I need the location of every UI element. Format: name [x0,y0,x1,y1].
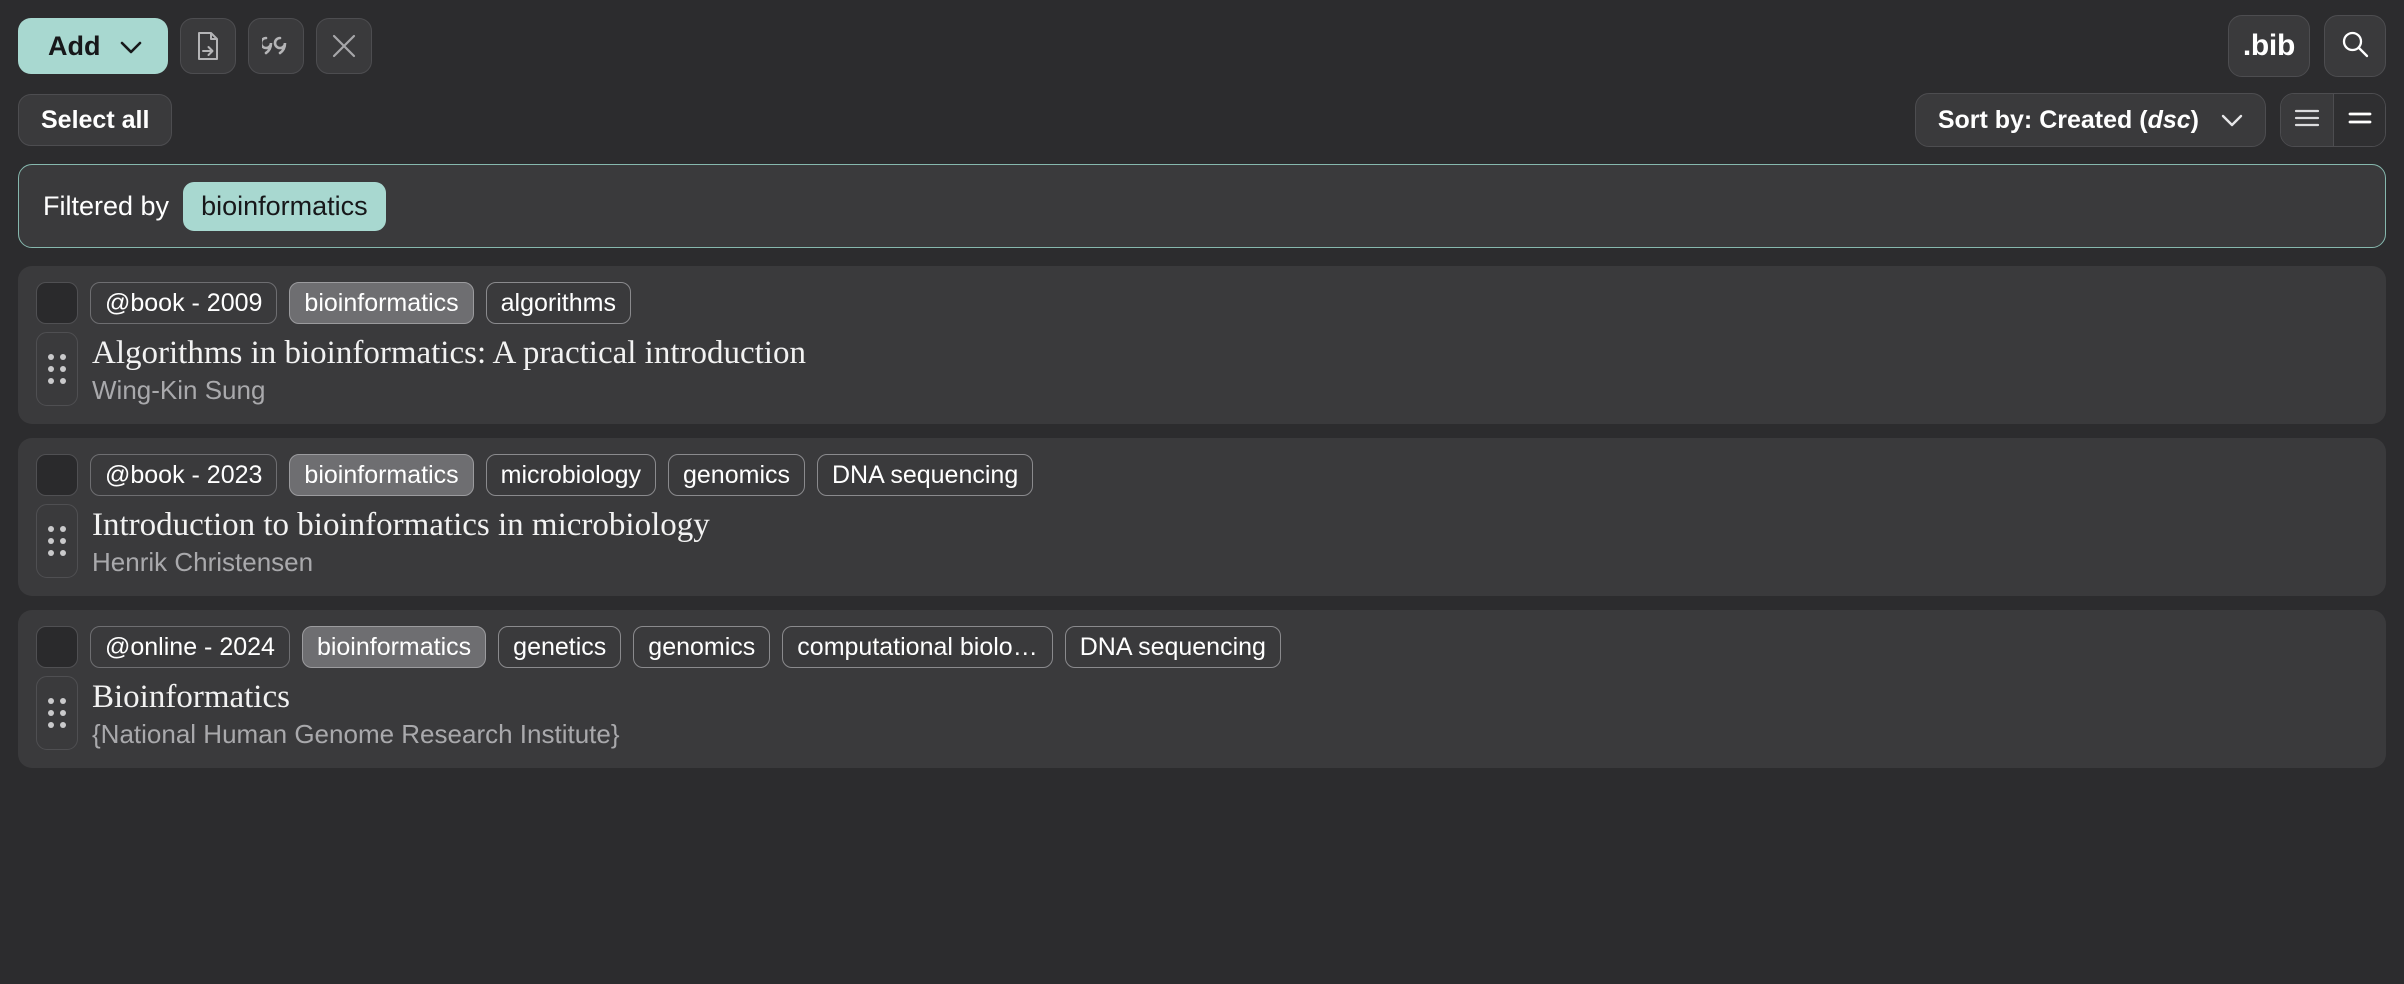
search-button[interactable] [2324,15,2386,77]
entry-keyword-tag[interactable]: genetics [498,626,621,668]
entry-tag-row: @book - 2023 bioinformatics microbiology ge… [36,454,2368,496]
entry-list: @book - 2009 bioinformatics algorithms Algo… [18,266,2386,768]
entry-author: Henrik Christensen [92,547,710,578]
entry-checkbox[interactable] [36,282,78,324]
drag-handle-icon[interactable] [36,676,78,750]
view-mode-compact[interactable] [2333,94,2385,146]
toolbar-left-group: Add [18,18,372,74]
entry-author: Wing-Kin Sung [92,375,806,406]
export-button[interactable] [180,18,236,74]
entry-text-block: Algorithms in bioinformatics: A practica… [92,332,806,406]
entry-checkbox[interactable] [36,454,78,496]
cite-button[interactable] [248,18,304,74]
drag-handle-icon[interactable] [36,332,78,406]
entry-tag-row: @book - 2009 bioinformatics algorithms [36,282,2368,324]
bib-export-button[interactable]: .bib [2228,15,2310,77]
entry-text-block: Introduction to bioinformatics in microb… [92,504,710,578]
sort-by-dropdown[interactable]: Sort by: Created (dsc) [1915,93,2266,147]
search-icon [2340,29,2370,64]
entry-author: {National Human Genome Research Institut… [92,719,620,750]
list-view-icon [2294,108,2320,133]
entry-title[interactable]: Introduction to bioinformatics in microb… [92,506,710,545]
selection-toolbar: Select all Sort by: Created (dsc) [18,90,2386,150]
entry-keyword-tag[interactable]: bioinformatics [302,626,486,668]
toolbar-right-group: .bib [2228,15,2386,77]
entry-body: Bioinformatics{National Human Genome Res… [36,676,2368,750]
drag-dots [48,354,66,384]
active-filter-bar: Filtered by bioinformatics [18,164,2386,248]
quote-icon [262,34,290,58]
entry-keyword-tag[interactable]: computational biolo… [782,626,1052,668]
entry-keyword-tag[interactable]: genomics [668,454,805,496]
entry-tag-row: @online - 2024 bioinformatics genetics geno… [36,626,2368,668]
chevron-down-icon [120,31,142,62]
entry-body: Algorithms in bioinformatics: A practica… [36,332,2368,406]
entry-keyword-tag[interactable]: algorithms [486,282,631,324]
entry-card[interactable]: @book - 2023 bioinformatics microbiology ge… [18,438,2386,596]
sort-and-view-group: Sort by: Created (dsc) [1915,93,2386,147]
entry-keyword-tag[interactable]: microbiology [486,454,656,496]
active-filter-chip[interactable]: bioinformatics [183,182,386,231]
entry-type-year-tag[interactable]: @online - 2024 [90,626,290,668]
entry-checkbox[interactable] [36,626,78,668]
entry-type-year-tag[interactable]: @book - 2023 [90,454,277,496]
entry-text-block: Bioinformatics{National Human Genome Res… [92,676,620,750]
drag-dots [48,526,66,556]
filtered-by-label: Filtered by [43,191,169,222]
entry-keyword-tag[interactable]: DNA sequencing [817,454,1033,496]
entry-body: Introduction to bioinformatics in microb… [36,504,2368,578]
sort-by-label: Sort by: Created (dsc) [1938,106,2199,135]
select-all-button[interactable]: Select all [18,94,172,146]
entry-keyword-tag[interactable]: DNA sequencing [1065,626,1281,668]
compact-view-icon [2347,108,2373,133]
entry-keyword-tag[interactable]: bioinformatics [289,282,473,324]
entry-keyword-tag[interactable]: genomics [633,626,770,668]
main-toolbar: Add [18,12,2386,80]
entry-card[interactable]: @online - 2024 bioinformatics genetics geno… [18,610,2386,768]
entry-keyword-tag[interactable]: bioinformatics [289,454,473,496]
add-button-label: Add [48,31,100,62]
file-export-icon [195,31,221,61]
entry-title[interactable]: Bioinformatics [92,678,620,717]
app-root: Add [0,0,2404,984]
drag-handle-icon[interactable] [36,504,78,578]
entry-type-year-tag[interactable]: @book - 2009 [90,282,277,324]
entry-card[interactable]: @book - 2009 bioinformatics algorithms Algo… [18,266,2386,424]
chevron-down-icon [2221,106,2243,135]
entry-title[interactable]: Algorithms in bioinformatics: A practica… [92,334,806,373]
drag-dots [48,698,66,728]
add-button[interactable]: Add [18,18,168,74]
view-mode-toggle[interactable] [2280,93,2386,147]
view-mode-list[interactable] [2281,94,2333,146]
clear-button[interactable] [316,18,372,74]
close-x-icon [331,33,357,59]
